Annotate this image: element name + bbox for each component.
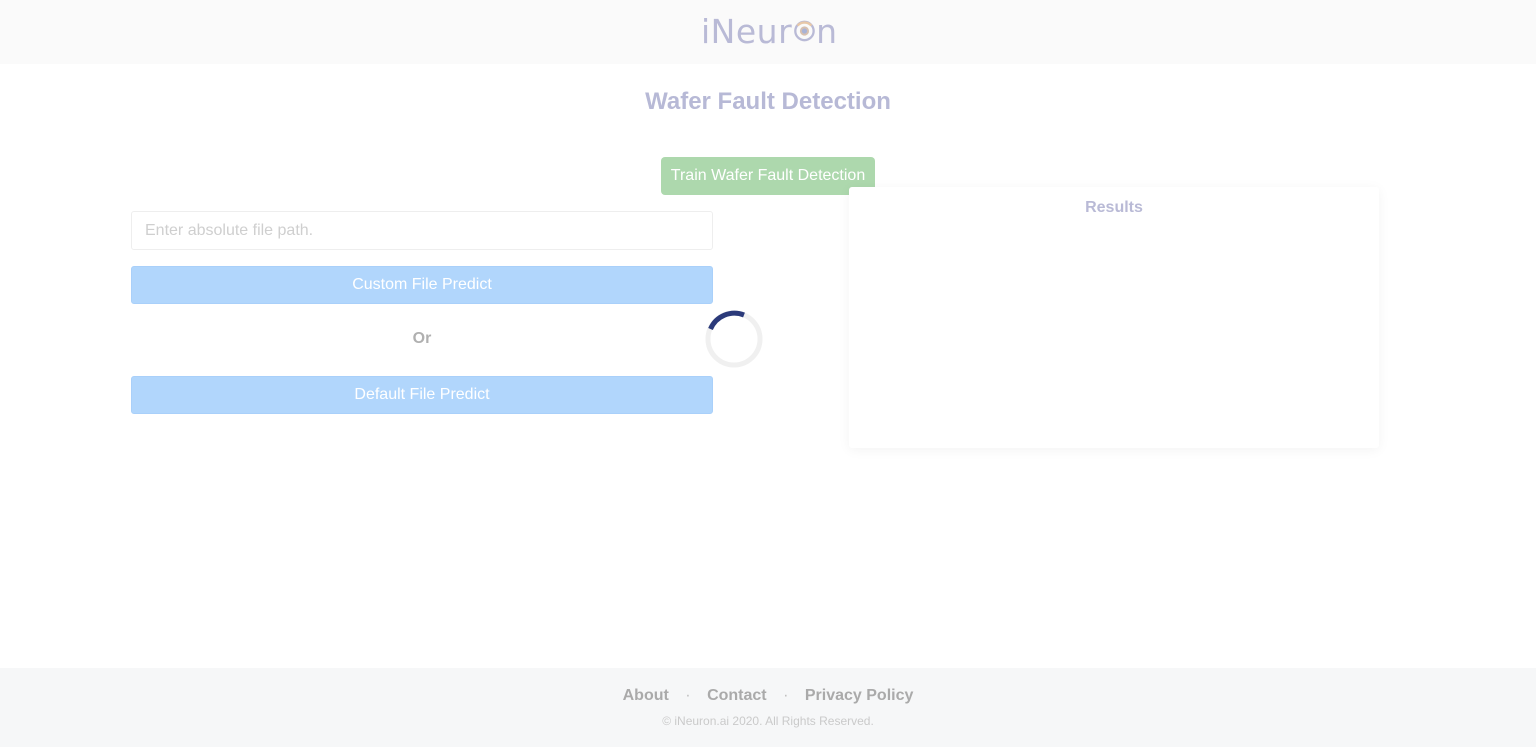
loading-spinner-icon [705, 310, 763, 368]
footer-separator: · [685, 687, 691, 704]
default-file-predict-button[interactable]: Default File Predict [131, 376, 713, 414]
footer-link-about[interactable]: About [623, 687, 669, 704]
copyright-text: © iNeuron.ai 2020. All Rights Reserved. [662, 714, 874, 728]
header: iNeur n [0, 0, 1536, 64]
footer-separator: · [783, 687, 789, 704]
file-path-input[interactable] [131, 211, 713, 250]
footer: About · Contact · Privacy Policy © iNeur… [0, 668, 1536, 747]
ineuron-logo[interactable]: iNeur n [701, 11, 837, 51]
logo-ring-icon [794, 20, 815, 42]
footer-links: About · Contact · Privacy Policy [0, 687, 1536, 705]
or-divider-label: Or [412, 330, 432, 347]
logo-text: iNeur [701, 11, 793, 51]
custom-file-predict-button[interactable]: Custom File Predict [131, 266, 713, 304]
train-button[interactable]: Train Wafer Fault Detection [661, 157, 875, 195]
results-title: Results [1085, 199, 1143, 216]
logo-text-end: n [816, 11, 837, 51]
results-panel: Results [849, 187, 1379, 448]
footer-link-privacy-policy[interactable]: Privacy Policy [805, 687, 914, 704]
page-title: Wafer Fault Detection [645, 88, 891, 115]
footer-link-contact[interactable]: Contact [707, 687, 767, 704]
